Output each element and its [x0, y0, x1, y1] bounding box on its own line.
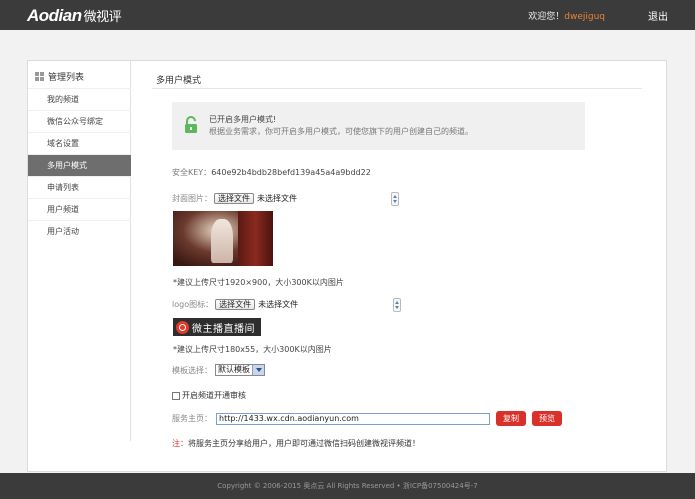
note-text: 将服务主页分享给用户，用户即可通过微信扫码创建微视评频道！: [188, 439, 420, 448]
status-notice: 已开启多用户模式! 根据业务需求，你可开启多用户模式，可使您旗下的用户创建自己的…: [172, 102, 585, 150]
service-url-input[interactable]: http://1433.wx.cdn.aodianyun.com: [216, 412, 490, 425]
notice-description: 根据业务需求，你可开启多用户模式，可使您旗下的用户创建自己的频道。: [209, 127, 473, 136]
security-key-label: 安全KEY：: [172, 168, 212, 177]
brand-logo[interactable]: Aodian 微视评: [27, 6, 122, 26]
footer: Copyright © 2006-2015 奥点云 All Rights Res…: [0, 473, 695, 499]
cover-label: 封面图片：: [172, 194, 212, 203]
cover-image-preview: [173, 211, 273, 266]
chevron-down-icon: [252, 365, 264, 375]
sidebar-item-wechat-binding[interactable]: 微信公众号绑定: [28, 110, 131, 132]
copyright-text: Copyright © 2006-2015 奥点云 All Rights Res…: [217, 482, 478, 490]
template-select[interactable]: 默认模板: [215, 364, 265, 376]
unlock-icon: [185, 116, 197, 133]
content-panel: 管理列表 我的频道 微信公众号绑定 域名设置 多用户模式 申请列表 用户频道 用…: [27, 60, 667, 472]
security-key-row: 安全KEY：640e92b4bdb28befd139a45a4a9bdd22: [172, 167, 371, 178]
logo-choose-file-button[interactable]: 选择文件: [215, 299, 256, 310]
template-selected-value: 默认模板: [218, 365, 250, 374]
logo-upload-row: logo图标： 选择文件 未选择文件: [172, 299, 298, 310]
headphone-icon: [176, 320, 189, 334]
service-row: 服务主页： http://1433.wx.cdn.aodianyun.com 复…: [172, 411, 562, 426]
cover-choose-file-button[interactable]: 选择文件: [214, 193, 254, 204]
sidebar: 管理列表 我的频道 微信公众号绑定 域名设置 多用户模式 申请列表 用户频道 用…: [28, 61, 131, 441]
cover-file-status: 未选择文件: [257, 194, 297, 203]
note-mark: 注：: [172, 439, 188, 448]
sidebar-title: 管理列表: [35, 70, 84, 83]
logo-image-preview: 微主播直播间: [173, 318, 261, 336]
service-label: 服务主页：: [172, 414, 212, 423]
username-link[interactable]: dwejiguq: [564, 12, 605, 22]
main-content: 多用户模式 已开启多用户模式! 根据业务需求，你可开启多用户模式，可使您旗下的用…: [132, 61, 666, 471]
audit-checkbox[interactable]: [172, 391, 180, 400]
page-title: 多用户模式: [156, 76, 202, 86]
audit-row: 开启频道开通审核: [172, 390, 246, 401]
sidebar-item-user-activities[interactable]: 用户活动: [28, 220, 131, 242]
security-key-value: 640e92b4bdb28befd139a45a4a9bdd22: [211, 168, 371, 177]
sidebar-item-domain-settings[interactable]: 域名设置: [28, 132, 131, 154]
preview-button[interactable]: 预览: [532, 411, 562, 426]
top-bar: Aodian 微视评 欢迎您！dwejiguq 退出: [0, 0, 695, 30]
logo-file-status: 未选择文件: [258, 300, 299, 309]
service-note: 注：将服务主页分享给用户，用户即可通过微信扫码创建微视评频道！: [172, 438, 420, 449]
template-row: 模板选择： 默认模板: [172, 364, 265, 376]
logo-text-en: Aodian: [27, 6, 82, 25]
welcome-text: 欢迎您！: [528, 12, 565, 22]
logo-image-text: 微主播直播间: [192, 323, 255, 335]
grid-icon: [35, 72, 44, 81]
logo-text-cn: 微视评: [83, 9, 122, 24]
cover-size-hint: *建议上传尺寸1920×900，大小300K以内图片: [173, 278, 344, 287]
sidebar-item-application-list[interactable]: 申请列表: [28, 176, 131, 198]
cover-upload-row: 封面图片： 选择文件 未选择文件: [172, 193, 297, 204]
logo-size-hint: *建议上传尺寸180x55，大小300K以内图片: [173, 345, 332, 354]
notice-title: 已开启多用户模式!: [209, 115, 277, 124]
audit-label: 开启频道开通审核: [182, 391, 246, 400]
copy-button[interactable]: 复制: [496, 411, 526, 426]
welcome-message: 欢迎您！dwejiguq: [528, 9, 605, 22]
sidebar-title-text: 管理列表: [48, 73, 85, 83]
cover-spinner[interactable]: [391, 192, 399, 206]
logout-link[interactable]: 退出: [648, 8, 668, 23]
logo-label: logo图标：: [172, 300, 214, 309]
title-divider: [152, 88, 642, 89]
sidebar-item-multi-user-mode[interactable]: 多用户模式: [28, 154, 131, 176]
template-label: 模板选择：: [172, 365, 212, 375]
logo-spinner[interactable]: [393, 298, 401, 312]
sidebar-menu: 我的频道 微信公众号绑定 域名设置 多用户模式 申请列表 用户频道 用户活动: [28, 88, 131, 242]
sidebar-item-user-channels[interactable]: 用户频道: [28, 198, 131, 220]
sidebar-item-my-channels[interactable]: 我的频道: [28, 88, 131, 110]
